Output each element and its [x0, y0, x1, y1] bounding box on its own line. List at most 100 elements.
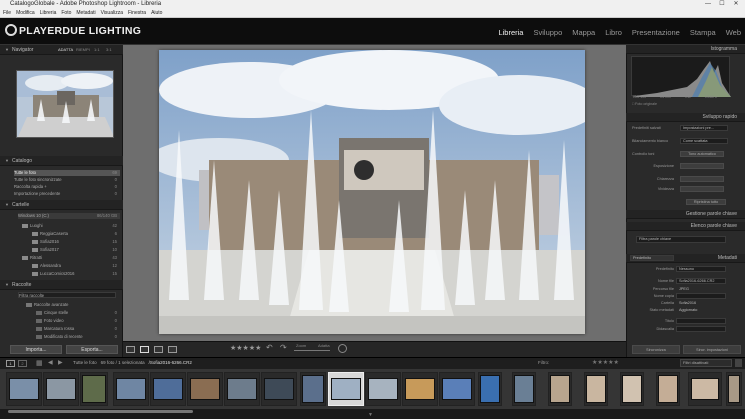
catalog-item[interactable]: Raccolta rapida + 0	[14, 184, 120, 190]
filmstrip-thumbnail[interactable]	[478, 372, 502, 406]
rotate-right-icon[interactable]: ↷	[280, 343, 287, 352]
smart-collection[interactable]: Modificato di recente 0	[36, 334, 120, 340]
menu-aiuto[interactable]: Aiuto	[151, 9, 162, 17]
filmstrip-thumbnail-selected[interactable]	[328, 372, 364, 406]
filmstrip-scrollbar[interactable]	[8, 410, 193, 413]
filmstrip-thumbnail[interactable]	[187, 372, 223, 406]
rating-stars[interactable]: ★★★★★	[230, 344, 261, 352]
filmstrip-thumbnail[interactable]	[439, 372, 475, 406]
clarity-steppers[interactable]	[680, 176, 724, 182]
filmstrip-thumbnail[interactable]	[402, 372, 438, 406]
filmstrip-thumbnail[interactable]	[80, 372, 108, 406]
metadata-value[interactable]	[676, 293, 726, 299]
reset-all-button[interactable]: Ripristina tutto	[686, 199, 726, 205]
zoom-1to1[interactable]: 1:1	[94, 45, 100, 55]
filmstrip-thumbnail[interactable]	[584, 372, 608, 406]
filmstrip-thumbnail[interactable]	[43, 372, 79, 406]
zoom-slider[interactable]	[294, 350, 330, 351]
toolbar-menu-icon[interactable]	[338, 344, 347, 353]
menu-modifica[interactable]: Modifica	[16, 9, 35, 17]
folder-item[interactable]: Sofia2017 10	[32, 247, 120, 253]
module-libreria[interactable]: Libreria	[498, 28, 523, 37]
filmstrip-thumbnail[interactable]	[512, 372, 536, 406]
metadata-value[interactable]	[676, 318, 726, 324]
page-1-button[interactable]: 1	[6, 360, 15, 367]
module-sviluppo[interactable]: Sviluppo	[533, 28, 562, 37]
filmstrip-thumbnail[interactable]	[620, 372, 644, 406]
module-presentazione[interactable]: Presentazione	[632, 28, 680, 37]
menu-foto[interactable]: Foto	[61, 9, 71, 17]
filmstrip-thumbnail[interactable]	[365, 372, 401, 406]
grid-icon[interactable]: ▦	[36, 360, 43, 367]
collections-filter[interactable]: Filtra raccolte	[18, 292, 116, 298]
folder-item[interactable]: Sofia2016 15	[32, 239, 120, 245]
catalog-item[interactable]: Tutte le foto 69	[14, 170, 120, 176]
filmstrip-thumbnail[interactable]	[6, 372, 42, 406]
vibrance-steppers[interactable]	[680, 186, 724, 192]
wb-select[interactable]: Come scattata	[680, 138, 728, 144]
collection-set[interactable]: Raccolte avanzate	[26, 302, 120, 308]
collapse-filmstrip-icon[interactable]: ▼	[368, 412, 373, 418]
maximize-button[interactable]: ☐	[715, 0, 729, 9]
menu-libreria[interactable]: Libreria	[40, 9, 57, 17]
menu-metadati[interactable]: Metadati	[76, 9, 95, 17]
rotate-left-icon[interactable]: ↶	[266, 343, 273, 352]
histogram-header[interactable]: Istogramma	[626, 45, 745, 54]
menu-finestra[interactable]: Finestra	[128, 9, 146, 17]
smart-collection[interactable]: Foto video 0	[36, 318, 120, 324]
import-button[interactable]: Importa...	[10, 345, 62, 354]
menu-visualizza[interactable]: Visualizza	[101, 9, 123, 17]
sync-settings-button[interactable]: Sincr. impostazioni	[683, 345, 741, 354]
folder-item[interactable]: Luoghi 42	[22, 223, 120, 229]
auto-tone-button[interactable]: Tono automatico	[680, 151, 724, 157]
exposure-steppers[interactable]	[680, 163, 724, 169]
filmstrip-thumbnail[interactable]	[656, 372, 680, 406]
minimize-button[interactable]: —	[701, 0, 715, 9]
volume-row[interactable]: Windows 10 (C:) 86/140 GB	[18, 213, 120, 219]
collections-header[interactable]: ▼ Raccolte	[0, 280, 123, 290]
compare-view-icon[interactable]	[154, 346, 163, 353]
module-libro[interactable]: Libro	[605, 28, 622, 37]
metadata-preset-select[interactable]: Predefinito	[630, 255, 674, 261]
smart-collection[interactable]: Cinque stelle 0	[36, 310, 120, 316]
preset-select[interactable]: Impostazioni pre...	[680, 125, 728, 131]
module-mappa[interactable]: Mappa	[572, 28, 595, 37]
survey-view-icon[interactable]	[168, 346, 177, 353]
filmstrip-source[interactable]: Tutte le foto 69 foto / 1 selezionata /S…	[73, 360, 192, 365]
navigator-preview[interactable]	[16, 70, 114, 138]
folder-item[interactable]: LuccaComics2016 15	[32, 271, 120, 277]
filmstrip-thumbnail[interactable]	[300, 372, 326, 406]
folder-item[interactable]: ReggiaCaserta 6	[32, 231, 120, 237]
main-photo[interactable]	[159, 50, 585, 334]
metadata-preset-value[interactable]: Nessuno	[676, 266, 726, 272]
metadata-value[interactable]: Sofia2016-6266.CR2	[676, 278, 726, 284]
catalog-item[interactable]: Tutte le foto sincronizzate 0	[14, 177, 120, 183]
quick-develop-header[interactable]: Sviluppo rapido	[626, 113, 745, 122]
close-button[interactable]: ✕	[729, 0, 743, 9]
sync-metadata-button[interactable]: Sincronizza	[632, 345, 680, 354]
filter-select[interactable]: Filtri disattivati	[680, 359, 732, 367]
folder-item[interactable]: Alessandra 12	[32, 263, 120, 269]
folder-item[interactable]: Ritratti 43	[22, 255, 120, 261]
zoom-fit[interactable]: ADATTA	[58, 45, 73, 55]
menu-file[interactable]: File	[3, 9, 11, 17]
page-2-button[interactable]: 2	[18, 360, 27, 367]
filter-rating-stars[interactable]: ★★★★★	[592, 359, 619, 366]
smart-collection[interactable]: Marcatura rossa 0	[36, 326, 120, 332]
zoom-fill[interactable]: RIEMPI	[76, 45, 90, 55]
original-photo-toggle[interactable]: □ Foto originale	[632, 102, 657, 106]
grid-view-icon[interactable]	[126, 346, 135, 353]
back-arrow-icon[interactable]: ◀	[48, 360, 53, 367]
filmstrip-thumbnail[interactable]	[261, 372, 297, 406]
filmstrip-thumbnail[interactable]	[113, 372, 149, 406]
catalog-header[interactable]: ▼ Catalogo	[0, 156, 123, 166]
filmstrip-thumbnail[interactable]	[726, 372, 742, 406]
zoom-3to1[interactable]: 3:1	[106, 45, 112, 55]
filmstrip-thumbnail[interactable]	[224, 372, 260, 406]
filter-lock-icon[interactable]	[735, 359, 742, 367]
catalog-item[interactable]: Importazione precedente 0	[14, 191, 120, 197]
keywording-header[interactable]: Gestione parole chiave	[626, 210, 745, 219]
navigator-header[interactable]: ▼ Navigator ADATTA RIEMPI 1:1 3:1	[0, 45, 123, 55]
forward-arrow-icon[interactable]: ▶	[58, 360, 63, 367]
filmstrip-thumbnail[interactable]	[548, 372, 572, 406]
